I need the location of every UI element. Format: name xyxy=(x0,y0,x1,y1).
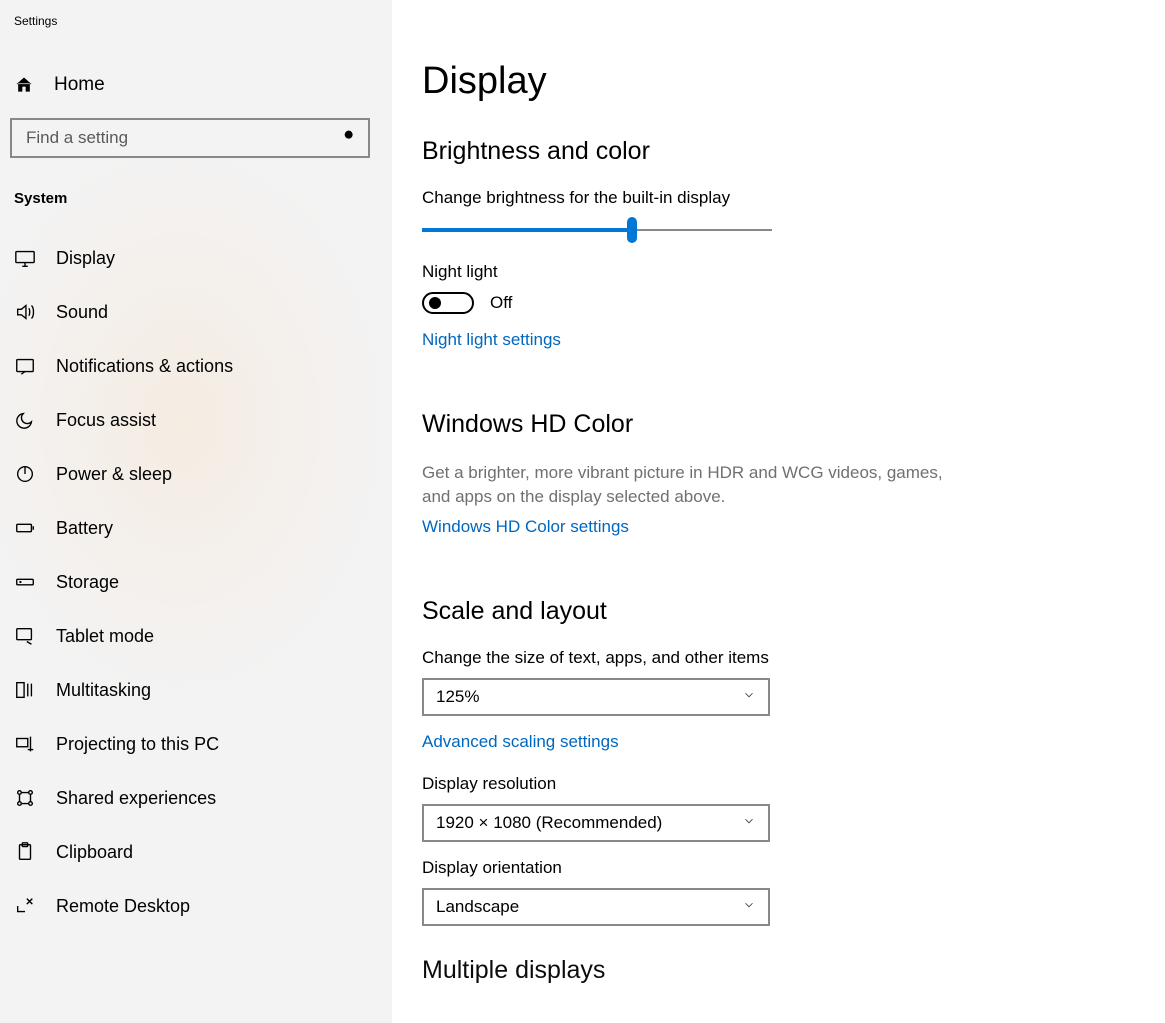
monitor-icon xyxy=(14,247,36,269)
brightness-heading: Brightness and color xyxy=(422,137,1165,166)
orientation-dropdown[interactable]: Landscape xyxy=(422,888,770,926)
home-nav[interactable]: Home xyxy=(0,64,392,106)
scale-size-value: 125% xyxy=(436,687,479,707)
sidebar-item-clipboard[interactable]: Clipboard xyxy=(0,825,392,879)
sidebar-item-label: Projecting to this PC xyxy=(56,734,219,755)
hdcolor-description: Get a brighter, more vibrant picture in … xyxy=(422,461,962,509)
sidebar-section-header: System xyxy=(0,180,392,231)
sidebar-item-label: Sound xyxy=(56,302,108,323)
sidebar-item-notifications[interactable]: Notifications & actions xyxy=(0,339,392,393)
sidebar-item-multitasking[interactable]: Multitasking xyxy=(0,663,392,717)
multiple-displays-heading: Multiple displays xyxy=(422,956,1165,985)
notification-icon xyxy=(14,355,36,377)
hdcolor-heading: Windows HD Color xyxy=(422,410,1165,439)
scale-size-dropdown[interactable]: 125% xyxy=(422,678,770,716)
sidebar-item-label: Notifications & actions xyxy=(56,356,233,377)
speaker-icon xyxy=(14,301,36,323)
scale-heading: Scale and layout xyxy=(422,597,1165,626)
sidebar-item-shared-experiences[interactable]: Shared experiences xyxy=(0,771,392,825)
sidebar-item-sound[interactable]: Sound xyxy=(0,285,392,339)
sidebar-nav-list: Display Sound Notifications & actions Fo… xyxy=(0,231,392,933)
sidebar-item-label: Focus assist xyxy=(56,410,156,431)
sidebar-item-label: Battery xyxy=(56,518,113,539)
chevron-down-icon xyxy=(742,897,756,917)
project-icon xyxy=(14,733,36,755)
sidebar-item-label: Tablet mode xyxy=(56,626,154,647)
resolution-label: Display resolution xyxy=(422,774,1165,794)
sidebar-item-label: Multitasking xyxy=(56,680,151,701)
storage-icon xyxy=(14,571,36,593)
resolution-dropdown[interactable]: 1920 × 1080 (Recommended) xyxy=(422,804,770,842)
main-content: Display Brightness and color Change brig… xyxy=(392,0,1165,1023)
page-title: Display xyxy=(422,60,1165,103)
home-icon xyxy=(14,75,34,95)
home-label: Home xyxy=(54,74,105,96)
sidebar-item-label: Remote Desktop xyxy=(56,896,190,917)
multitask-icon xyxy=(14,679,36,701)
search-icon xyxy=(342,128,358,149)
window-title: Settings xyxy=(0,14,392,64)
sidebar-item-projecting[interactable]: Projecting to this PC xyxy=(0,717,392,771)
brightness-slider[interactable] xyxy=(422,218,772,242)
sidebar-item-storage[interactable]: Storage xyxy=(0,555,392,609)
resolution-value: 1920 × 1080 (Recommended) xyxy=(436,813,662,833)
orientation-label: Display orientation xyxy=(422,858,1165,878)
night-light-toggle[interactable] xyxy=(422,292,474,314)
sidebar-item-remote-desktop[interactable]: Remote Desktop xyxy=(0,879,392,933)
night-light-settings-link[interactable]: Night light settings xyxy=(422,330,561,350)
remote-icon xyxy=(14,895,36,917)
scale-size-label: Change the size of text, apps, and other… xyxy=(422,648,1165,668)
sidebar-item-label: Power & sleep xyxy=(56,464,172,485)
tablet-icon xyxy=(14,625,36,647)
orientation-value: Landscape xyxy=(436,897,519,917)
moon-icon xyxy=(14,409,36,431)
battery-icon xyxy=(14,517,36,539)
power-icon xyxy=(14,463,36,485)
brightness-label: Change brightness for the built-in displ… xyxy=(422,188,1165,208)
sidebar-item-power-sleep[interactable]: Power & sleep xyxy=(0,447,392,501)
sidebar-item-tablet-mode[interactable]: Tablet mode xyxy=(0,609,392,663)
advanced-scaling-link[interactable]: Advanced scaling settings xyxy=(422,732,619,752)
settings-sidebar: Settings Home System Display Sound xyxy=(0,0,392,1023)
sidebar-item-battery[interactable]: Battery xyxy=(0,501,392,555)
sidebar-item-display[interactable]: Display xyxy=(0,231,392,285)
share-icon xyxy=(14,787,36,809)
night-light-label: Night light xyxy=(422,262,1165,282)
sidebar-item-focus-assist[interactable]: Focus assist xyxy=(0,393,392,447)
sidebar-item-label: Storage xyxy=(56,572,119,593)
sidebar-item-label: Clipboard xyxy=(56,842,133,863)
hdcolor-settings-link[interactable]: Windows HD Color settings xyxy=(422,517,629,537)
clipboard-icon xyxy=(14,841,36,863)
sidebar-item-label: Shared experiences xyxy=(56,788,216,809)
search-input[interactable] xyxy=(24,127,342,149)
search-box[interactable] xyxy=(10,118,370,158)
chevron-down-icon xyxy=(742,687,756,707)
sidebar-item-label: Display xyxy=(56,248,115,269)
chevron-down-icon xyxy=(742,813,756,833)
night-light-state: Off xyxy=(490,293,512,313)
